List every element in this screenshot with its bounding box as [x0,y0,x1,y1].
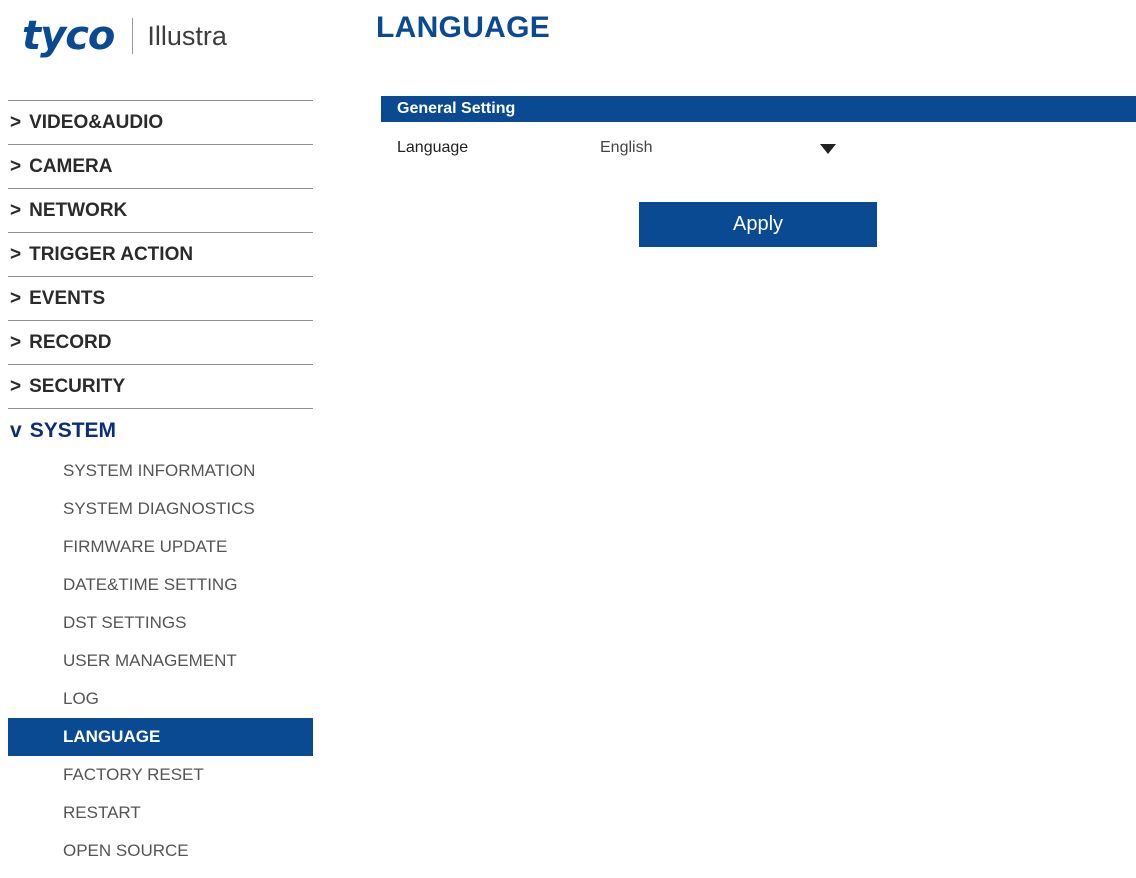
sidebar-item-record[interactable]: > RECORD [8,320,313,364]
sidebar-item-label: SECURITY [29,375,126,397]
chevron-right-icon: > [10,287,22,309]
language-row: Language English [381,122,1136,174]
chevron-right-icon: > [10,155,22,177]
sidebar-item-label: VIDEO&AUDIO [29,111,164,133]
sidebar-item-events[interactable]: > EVENTS [8,276,313,320]
language-value: English [600,139,653,156]
submenu-item-restart[interactable]: RESTART [8,794,313,832]
submenu-item-language[interactable]: LANGUAGE [8,718,313,756]
logo-divider [132,18,134,54]
sidebar-item-label: NETWORK [29,199,128,221]
sidebar-item-trigger-action[interactable]: > TRIGGER ACTION [8,232,313,276]
language-select[interactable]: English [600,135,838,161]
sidebar-item-label: TRIGGER ACTION [29,243,194,265]
submenu-item-dst-settings[interactable]: DST SETTINGS [8,604,313,642]
language-label: Language [397,139,469,156]
chevron-right-icon: > [10,111,22,133]
sidebar-item-system[interactable]: v SYSTEM [8,408,313,452]
chevron-right-icon: > [10,199,22,221]
sidebar-item-camera[interactable]: > CAMERA [8,144,313,188]
main-content: General Setting Language English Apply [381,96,1136,247]
submenu-item-system-diagnostics[interactable]: SYSTEM DIAGNOSTICS [8,490,313,528]
sidebar-item-security[interactable]: > SECURITY [8,364,313,408]
section-header: General Setting [381,96,1136,122]
submenu-item-open-source[interactable]: OPEN SOURCE [8,832,313,870]
logo: tyco Illustra [22,8,227,64]
submenu-item-log[interactable]: LOG [8,680,313,718]
sidebar-item-label: CAMERA [29,155,113,177]
sidebar-item-network[interactable]: > NETWORK [8,188,313,232]
logo-product: Illustra [147,20,227,51]
chevron-right-icon: > [10,243,22,265]
triangle-down-icon [820,144,836,154]
submenu-item-factory-reset[interactable]: FACTORY RESET [8,756,313,794]
apply-button[interactable]: Apply [639,202,877,247]
chevron-down-icon: v [10,418,22,442]
system-submenu: SYSTEM INFORMATION SYSTEM DIAGNOSTICS FI… [8,452,313,870]
submenu-item-user-management[interactable]: USER MANAGEMENT [8,642,313,680]
submenu-item-date-time-setting[interactable]: DATE&TIME SETTING [8,566,313,604]
submenu-item-firmware-update[interactable]: FIRMWARE UPDATE [8,528,313,566]
sidebar-item-video-audio[interactable]: > VIDEO&AUDIO [8,100,313,144]
sidebar-item-label: RECORD [29,331,112,353]
sidebar-item-label: SYSTEM [29,418,117,442]
submenu-item-system-information[interactable]: SYSTEM INFORMATION [8,452,313,490]
sidebar: > VIDEO&AUDIO > CAMERA > NETWORK > TRIGG… [8,100,313,870]
page-title: LANGUAGE [376,11,551,44]
chevron-right-icon: > [10,375,22,397]
sidebar-item-label: EVENTS [29,287,106,309]
logo-brand: tyco [22,13,115,59]
chevron-right-icon: > [10,331,22,353]
